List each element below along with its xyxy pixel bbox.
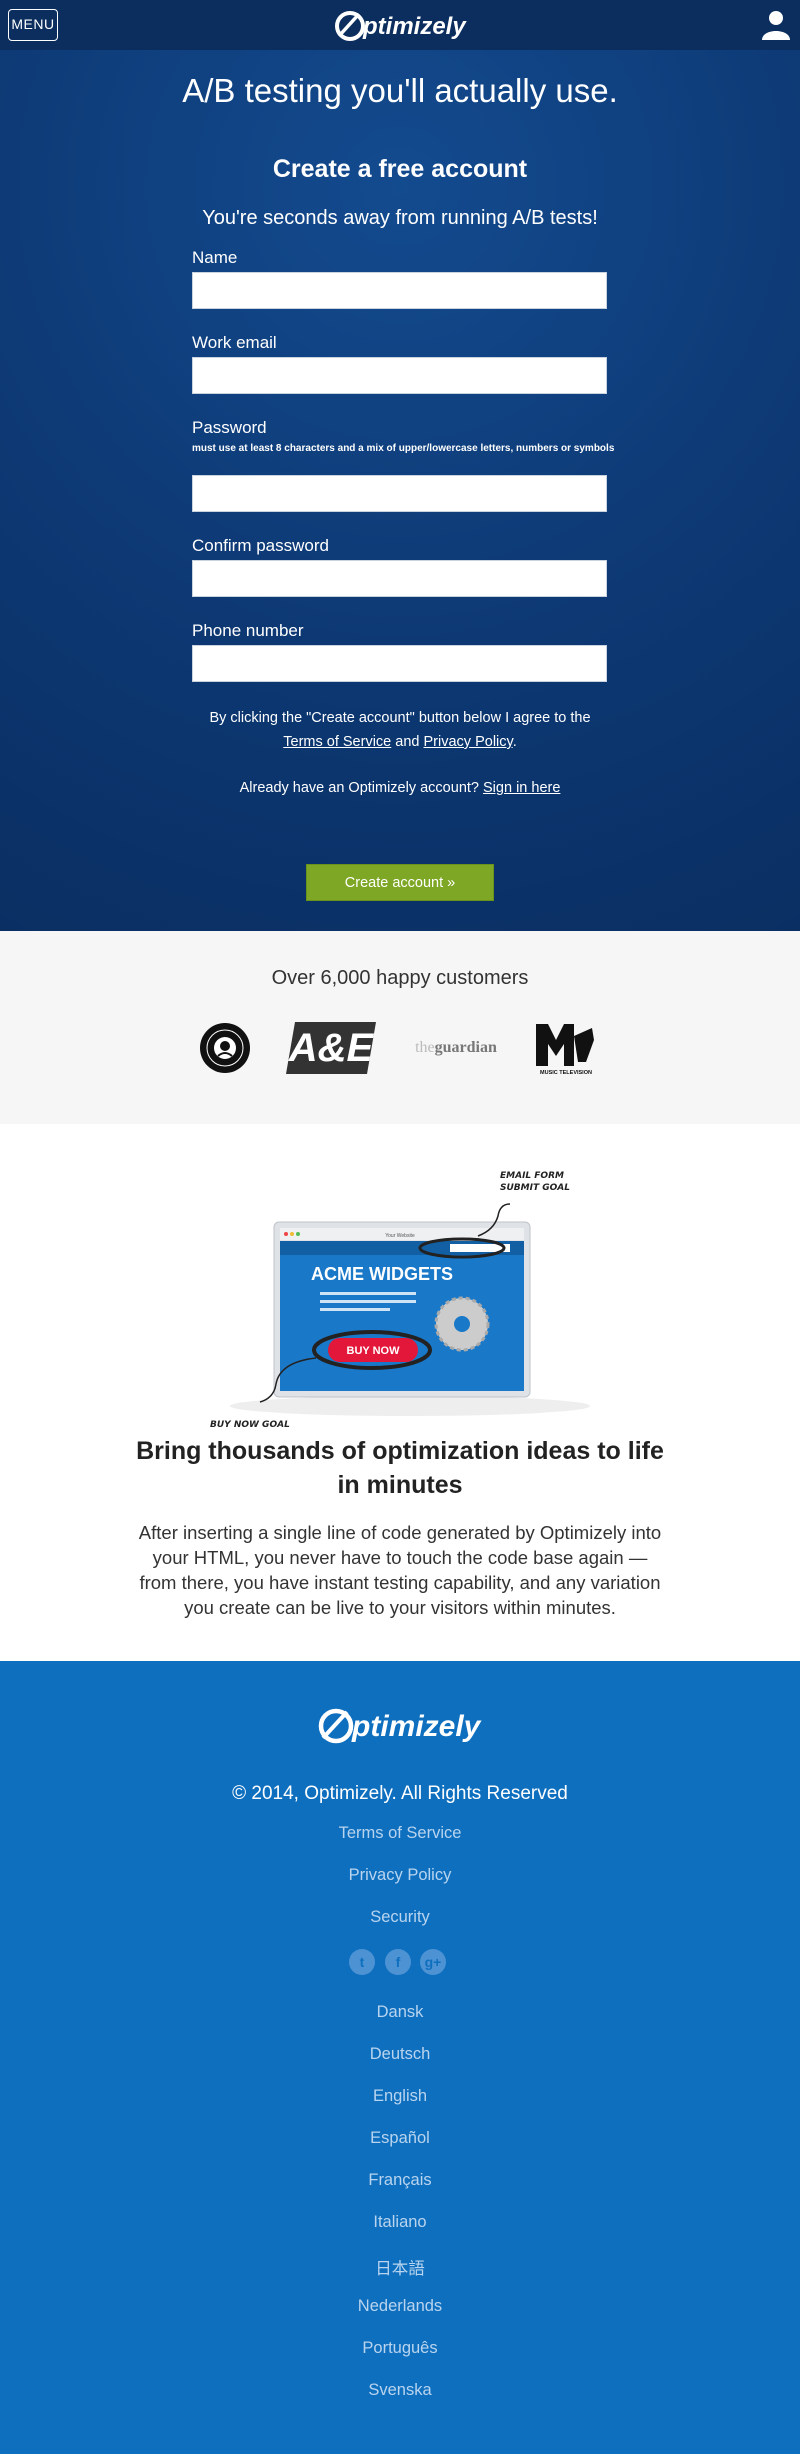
lang-espanol[interactable]: Español <box>0 2129 800 2148</box>
browser-title: Your Website <box>385 1233 415 1239</box>
form-subtitle: You're seconds away from running A/B tes… <box>202 207 598 229</box>
terms-agreement: By clicking the "Create account" button … <box>0 706 800 754</box>
customers-title: Over 6,000 happy customers <box>271 967 529 989</box>
email-label: Work email <box>192 333 277 352</box>
password-hint: must use at least 8 characters and a mix… <box>192 443 615 454</box>
mtv-caption: MUSIC TELEVISION <box>540 1070 592 1076</box>
agree-suffix: . <box>512 734 517 750</box>
footer-terms-link[interactable]: Terms of Service <box>0 1824 800 1843</box>
google-plus-icon[interactable]: g+ <box>420 1949 446 1975</box>
name-field[interactable] <box>192 272 607 309</box>
starbucks-logo <box>200 1023 250 1073</box>
lang-italiano[interactable]: Italiano <box>0 2213 800 2232</box>
confirm-password-field[interactable] <box>192 560 607 597</box>
buy-goal-label: BUY NOW GOAL <box>210 1420 290 1430</box>
buy-now-button-art: BUY NOW <box>347 1345 401 1357</box>
password-label: Password <box>192 418 267 437</box>
signin-prompt: Already have an Optimizely account? Sign… <box>0 780 800 796</box>
feature-body: After inserting a single line of code ge… <box>138 1522 662 1618</box>
signin-prefix: Already have an Optimizely account? <box>239 780 479 796</box>
password-field[interactable] <box>192 475 607 512</box>
lang-nederlands[interactable]: Nederlands <box>0 2297 800 2316</box>
guardian-word: guardian <box>434 1039 497 1056</box>
email-goal-label: EMAIL FORM <box>500 1171 564 1181</box>
footer-security-link[interactable]: Security <box>0 1908 800 1927</box>
user-account-icon[interactable] <box>760 8 792 40</box>
hero-headline: A/B testing you'll actually use. <box>182 72 618 109</box>
lang-dansk[interactable]: Dansk <box>0 2003 800 2022</box>
guardian-the: the <box>415 1039 435 1056</box>
footer-logo[interactable]: ptimizely <box>316 1703 484 1747</box>
optimizely-logo[interactable]: ptimizely <box>333 6 467 44</box>
acme-widgets-title: ACME WIDGETS <box>311 1264 453 1284</box>
ae-logo: A&E <box>286 1022 376 1074</box>
customers-section: Over 6,000 happy customers A&E theguardi… <box>0 931 800 1124</box>
name-label: Name <box>192 248 238 267</box>
create-account-button[interactable]: Create account » <box>306 864 494 901</box>
svg-text:ptimizely: ptimizely <box>351 1710 482 1743</box>
signin-link[interactable]: Sign in here <box>483 780 560 796</box>
footer: ptimizely © 2014, Optimizely. All Rights… <box>0 1661 800 2454</box>
lang-deutsch[interactable]: Deutsch <box>0 2045 800 2064</box>
top-bar: MENU ptimizely <box>0 0 800 50</box>
email-field[interactable] <box>192 357 607 394</box>
ab-test-illustration: Your Website ACME WIDGETS BUY NOW EMAIL … <box>210 1171 590 1430</box>
copyright: © 2014, Optimizely. All Rights Reserved <box>232 1783 568 1804</box>
form-title: Create a free account <box>272 155 528 183</box>
confirm-password-label: Confirm password <box>192 536 329 555</box>
terms-link[interactable]: Terms of Service <box>283 734 391 750</box>
privacy-link[interactable]: Privacy Policy <box>424 734 513 750</box>
agree-and: and <box>395 734 420 750</box>
phone-field[interactable] <box>192 645 607 682</box>
footer-privacy-link[interactable]: Privacy Policy <box>0 1866 800 1885</box>
lang-francais[interactable]: Français <box>0 2171 800 2190</box>
feature-title: Bring thousands of optimization ideas to… <box>136 1437 664 1499</box>
email-goal-label-2: SUBMIT GOAL <box>500 1183 570 1193</box>
agree-prefix: By clicking the "Create account" button … <box>209 710 591 726</box>
menu-button[interactable]: MENU <box>8 9 58 41</box>
facebook-icon[interactable]: f <box>385 1949 411 1975</box>
lang-svenska[interactable]: Svenska <box>0 2381 800 2400</box>
lang-english[interactable]: English <box>0 2087 800 2106</box>
twitter-icon[interactable]: t <box>349 1949 375 1975</box>
hero-section: MENU ptimizely A/B testing you'll actual… <box>0 0 800 931</box>
guardian-logo: theguardian <box>411 1036 501 1060</box>
svg-text:ptimizely: ptimizely <box>362 13 467 40</box>
phone-label: Phone number <box>192 621 304 640</box>
lang-portugues[interactable]: Português <box>0 2339 800 2358</box>
mtv-logo: MUSIC TELEVISION <box>536 1024 594 1076</box>
lang-japanese[interactable]: 日本語 <box>0 2255 800 2279</box>
